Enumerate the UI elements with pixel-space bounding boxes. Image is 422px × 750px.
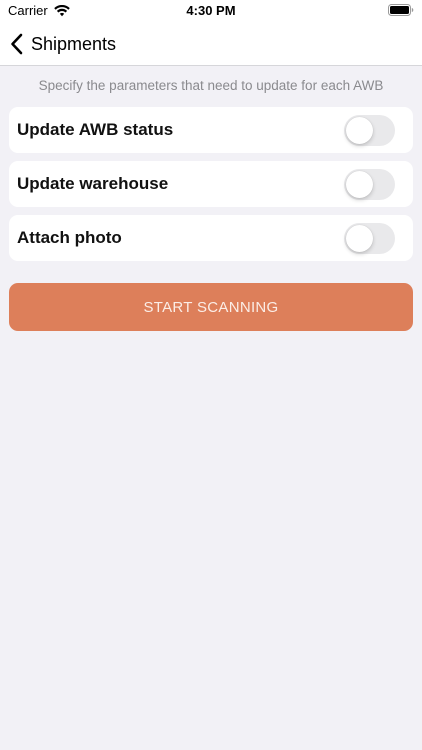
toggle-knob xyxy=(346,225,373,252)
toggle-knob xyxy=(346,171,373,198)
instruction-text: Specify the parameters that need to upda… xyxy=(38,78,384,93)
attach-photo-toggle[interactable] xyxy=(344,223,395,254)
option-label: Update warehouse xyxy=(17,174,169,193)
back-button-label: Shipments xyxy=(31,33,117,54)
navigation-bar: Shipments xyxy=(0,22,422,66)
battery-icon xyxy=(388,4,414,16)
option-row-update-warehouse: Update warehouse xyxy=(9,161,413,207)
status-bar: Carrier 4:30 PM xyxy=(0,0,422,22)
option-label: Attach photo xyxy=(17,228,122,247)
status-time: 4:30 PM xyxy=(186,3,236,18)
start-scanning-button[interactable]: START SCANNING xyxy=(9,283,413,331)
option-row-attach-photo: Attach photo xyxy=(9,215,413,261)
option-label: Update AWB status xyxy=(17,120,174,139)
toggle-knob xyxy=(346,117,373,144)
option-row-update-awb-status: Update AWB status xyxy=(9,107,413,153)
back-button[interactable]: Shipments xyxy=(10,30,116,58)
chevron-left-icon xyxy=(10,33,23,55)
update-awb-status-toggle[interactable] xyxy=(344,115,395,146)
update-warehouse-toggle[interactable] xyxy=(344,169,395,200)
